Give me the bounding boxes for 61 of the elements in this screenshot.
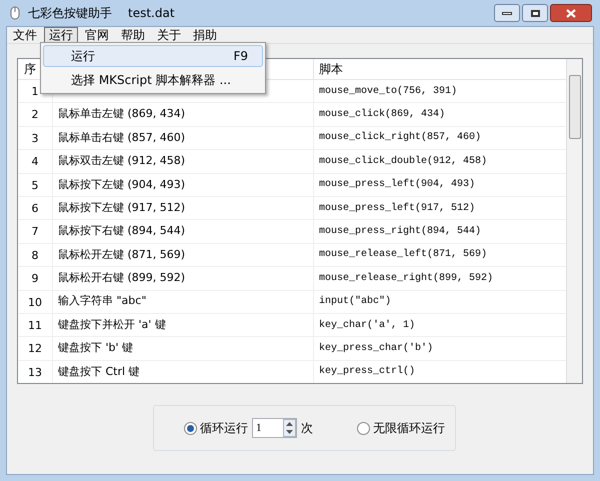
table-cell-text: mouse_click(869, 434) <box>319 108 446 122</box>
menu-item[interactable]: 官网 <box>80 26 114 44</box>
spinner-arrows-icon <box>283 419 296 437</box>
table-cell-text: 鼠标松开左键 (871, 569) <box>58 246 186 263</box>
table-cell-text: key_char('a', 1) <box>319 318 416 333</box>
row-number: 7 <box>18 220 53 243</box>
table-cell-text: 鼠标松开右键 (899, 592) <box>58 270 186 286</box>
table-cell-text: mouse_click_right(857, 460) <box>319 130 482 146</box>
table-cell-text: mouse_press_left(904, 493) <box>319 178 476 192</box>
table-cell-text: mouse_release_right(899, 592) <box>319 272 494 286</box>
table-cell-text: 键盘按下并松开 'a' 键 <box>58 316 166 333</box>
row-number: 4 <box>18 150 53 173</box>
table-cell-text: 键盘按下 'b' 键 <box>58 340 134 356</box>
table-cell-text: mouse_release_left(871, 569) <box>319 248 488 262</box>
unit-label: 次 <box>301 420 313 437</box>
row-number: 11 <box>18 314 53 336</box>
radio-label[interactable]: 循环运行 <box>200 419 248 437</box>
row-number: 2 <box>18 103 53 126</box>
table-cell-text: 鼠标按下右键 (894, 544) <box>58 223 186 240</box>
menu-item[interactable]: 运行 <box>44 26 78 44</box>
table-cell-text: input("abc") <box>319 294 392 310</box>
spin-field[interactable]: 1 <box>252 418 297 438</box>
mouse-icon <box>10 6 20 20</box>
table-cell-text: mouse_press_right(894, 544) <box>319 224 482 240</box>
table-cell-text: 鼠标单击右键 (857, 460) <box>58 130 186 146</box>
menu-item[interactable]: 捐助 <box>188 26 222 44</box>
radio-button[interactable] <box>184 422 197 434</box>
close-icon <box>566 8 576 18</box>
table-cell-text: mouse_press_left(917, 512) <box>319 202 476 216</box>
menu-item[interactable]: 文件 <box>8 26 42 44</box>
scrollbar[interactable] <box>566 59 582 383</box>
row-number: 6 <box>18 196 53 220</box>
table-cell-text: mouse_click_double(912, 458) <box>319 154 488 169</box>
maximize-button[interactable] <box>522 4 548 22</box>
table-cell-text: 鼠标按下左键 (917, 512) <box>58 200 186 216</box>
table-cell-text: key_press_char('b') <box>319 342 434 356</box>
radio-label[interactable]: 无限循环运行 <box>373 419 445 437</box>
close-button[interactable] <box>550 4 592 22</box>
table-cell-text: 鼠标双击左键 (912, 458) <box>58 153 186 170</box>
window-title: 七彩色按键助手 <box>28 5 112 22</box>
row-number: 13 <box>18 360 53 383</box>
table-cell-text: 键盘按下 Ctrl 键 <box>58 364 140 380</box>
table-cell-text: 鼠标单击左键 (869, 434) <box>58 106 186 122</box>
table-cell-text: 鼠标按下左键 (904, 493) <box>58 176 186 192</box>
file-name: test.dat <box>128 5 175 22</box>
menu-item[interactable]: 关于 <box>152 26 186 44</box>
row-number: 12 <box>18 337 53 360</box>
table-cell-text: key_press_ctrl() <box>319 364 416 380</box>
shortcut-label: F9 <box>233 48 248 65</box>
row-number: 3 <box>18 126 53 150</box>
row-number: 8 <box>18 244 53 266</box>
radio-button[interactable] <box>357 422 370 434</box>
table-cell-text: 输入字符串 "abc" <box>58 293 146 310</box>
table-cell-text: mouse_move_to(756, 391) <box>319 84 458 99</box>
row-number: 9 <box>18 267 53 290</box>
minimize-button[interactable] <box>494 4 520 22</box>
row-number: 5 <box>18 174 53 196</box>
row-number: 10 <box>18 290 53 313</box>
column-header: 脚本 <box>318 61 344 78</box>
menu-option[interactable]: 运行 F9 <box>43 45 263 67</box>
menu-item[interactable]: 帮助 <box>116 26 150 44</box>
